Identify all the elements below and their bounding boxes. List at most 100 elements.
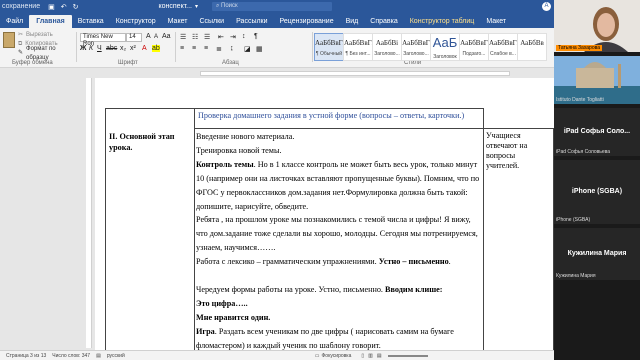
focus-mode-button[interactable]: Фокусировка — [322, 353, 352, 359]
strikethrough-button[interactable]: abc — [106, 45, 117, 52]
text-line: Работа с лексико – грамматическим упражн… — [196, 257, 451, 267]
document-page[interactable]: Проверка домашнего задания в устной форм… — [95, 78, 554, 350]
style-name: ¶ Обычный — [315, 51, 343, 57]
style-sample: АаБ — [432, 35, 458, 50]
multilevel-list-icon[interactable]: ☰ — [204, 33, 210, 41]
shading-icon[interactable]: ◪ — [244, 45, 251, 53]
tab-10[interactable]: Конструктор таблиц — [404, 18, 481, 28]
participant-tile[interactable]: Татьяна Захарова — [554, 0, 640, 52]
text-line: 10 (например они на листочках вставляют … — [196, 173, 480, 183]
tab-3[interactable]: Конструктор — [110, 18, 162, 28]
participant-name: iPad Софья Соловьева — [556, 149, 611, 155]
tab-9[interactable]: Справка — [364, 18, 403, 28]
text-line: Чередуем формы работы на уроке. Устно, п… — [196, 284, 443, 294]
change-case-button[interactable]: Aa — [162, 33, 171, 40]
font-name-select[interactable]: Times New Ron — [80, 33, 126, 47]
align-left-icon[interactable]: ≡ — [180, 45, 184, 52]
page-count[interactable]: Страница 3 из 13 — [6, 353, 46, 359]
italic-button[interactable]: К — [89, 45, 93, 52]
tab-1[interactable]: Главная — [29, 15, 72, 28]
subscript-button[interactable]: x₂ — [120, 45, 126, 52]
align-center-icon[interactable]: ≡ — [192, 45, 196, 52]
divider — [175, 32, 176, 62]
tab-8[interactable]: Вид — [340, 18, 365, 28]
style-sample: АаБбВі — [375, 39, 399, 47]
undo-icon[interactable]: ↶ — [61, 3, 67, 11]
save-icon[interactable]: ▣ — [48, 3, 55, 11]
language-indicator[interactable]: русский — [107, 353, 125, 359]
text-line: что дом.задание тоже сделали вы хорошо, … — [196, 229, 478, 239]
redo-icon[interactable]: ↻ — [73, 3, 79, 11]
bold-text: Вводим клише: — [385, 284, 443, 294]
style-gallery-item[interactable]: АаБбВвГ Подзаго... — [459, 33, 489, 61]
format-painter-button[interactable]: ✎ Формат по образцу — [18, 46, 72, 61]
search-input[interactable]: ⌕ Поиск — [212, 2, 332, 11]
participant-name: Татьяна Захарова — [556, 45, 603, 51]
proofing-icon[interactable]: ▤ — [96, 353, 101, 359]
cut-label: Вырезать — [26, 32, 53, 38]
font-color-button[interactable]: A — [142, 45, 147, 52]
copy-icon: ⧉ — [18, 41, 23, 47]
tab-6[interactable]: Рассылки — [230, 18, 273, 28]
paste-icon[interactable] — [3, 32, 15, 48]
bullets-icon[interactable]: ☰ — [180, 33, 186, 41]
tab-2[interactable]: Вставка — [72, 18, 110, 28]
search-placeholder: Поиск — [221, 3, 238, 9]
homework-check-text: Проверка домашнего задания в устной форм… — [198, 111, 465, 120]
participant-tile[interactable]: iPad Софья Соло... iPad Софья Соловьева — [554, 108, 640, 156]
align-right-icon[interactable]: ≡ — [204, 45, 208, 52]
text-line: Контроль темы. Но в 1 классе контроль не… — [196, 159, 478, 169]
show-marks-icon[interactable]: ¶ — [254, 33, 258, 40]
styles-group: Стили АаБбВвГг,¶ ОбычныйАаБбВвГг,¶ Без и… — [314, 30, 554, 66]
style-sample: АаБбВвГ — [460, 39, 488, 47]
style-gallery-item[interactable]: АаБбВвГ Заголово... — [401, 33, 431, 61]
vertical-ruler[interactable] — [86, 78, 92, 348]
tab-0[interactable]: Файл — [0, 18, 29, 28]
tab-7[interactable]: Рецензирование — [274, 18, 340, 28]
zoom-slider[interactable] — [387, 354, 428, 357]
increase-indent-icon[interactable]: ⇥ — [230, 33, 236, 41]
word-count[interactable]: Число слов: 347 — [52, 353, 90, 359]
word-window: сохранение ▣ ↶ ↻ конспект... ▾ ⌕ Поиск А… — [0, 0, 554, 360]
web-layout-icon[interactable]: ▤ — [377, 353, 382, 359]
style-gallery-item[interactable]: АаБ Заголовок — [430, 33, 460, 61]
table-border — [105, 108, 195, 109]
line-spacing-icon[interactable]: ↨ — [230, 45, 234, 52]
tab-5[interactable]: Ссылки — [193, 18, 230, 28]
autosave-label[interactable]: сохранение — [2, 3, 40, 10]
tab-4[interactable]: Макет — [162, 18, 194, 28]
style-gallery-item[interactable]: АаБбВі Заголово... — [372, 33, 402, 61]
participant-tile[interactable]: Istituto Dante Togliatti — [554, 56, 640, 104]
underline-button[interactable]: Ч — [97, 45, 102, 52]
style-gallery-item[interactable]: АаБбВвГг, ¶ Обычный — [314, 33, 344, 61]
highlight-button[interactable]: ab — [152, 45, 160, 52]
grow-font-button[interactable]: A — [146, 33, 151, 40]
avatar[interactable]: А — [542, 2, 551, 11]
style-name: Заголово... — [374, 51, 400, 57]
style-gallery-item[interactable]: АаБбВв — [517, 33, 547, 61]
tab-11[interactable]: Макет — [480, 18, 512, 28]
numbering-icon[interactable]: ☷ — [192, 33, 198, 41]
participant-tile[interactable]: iPhone (SGBA) iPhone (SGBA) — [554, 160, 640, 224]
style-gallery-item[interactable]: АаБбВвГг Слабое в... — [488, 33, 518, 61]
participant-center-name: Кужилина Мария — [567, 250, 627, 257]
bold-button[interactable]: Ж — [80, 45, 86, 52]
cut-button[interactable]: ✂ Вырезать — [18, 31, 72, 40]
paragraph-group-label: Абзац — [222, 60, 239, 66]
justify-icon[interactable]: ≣ — [216, 45, 222, 53]
participant-center-name: iPhone (SGBA) — [571, 188, 623, 195]
font-size-select[interactable]: 14 — [126, 33, 142, 42]
chevron-down-icon[interactable]: ▾ — [195, 3, 198, 10]
print-layout-icon[interactable]: ▥ — [368, 353, 373, 359]
style-gallery-item[interactable]: АаБбВвГг, ¶ Без инт... — [343, 33, 373, 61]
superscript-button[interactable]: x² — [130, 45, 136, 52]
sort-icon[interactable]: ↕ — [242, 33, 246, 40]
horizontal-ruler[interactable] — [0, 69, 554, 77]
shrink-font-button[interactable]: A — [154, 34, 158, 40]
borders-icon[interactable]: ▦ — [256, 45, 263, 53]
focus-icon[interactable]: ▭ — [315, 353, 320, 359]
participant-tile[interactable]: Кужилина Мария Кужилина Мария — [554, 228, 640, 280]
decrease-indent-icon[interactable]: ⇤ — [218, 33, 224, 41]
scissors-icon: ✂ — [18, 32, 24, 38]
read-mode-icon[interactable]: ▯ — [361, 353, 364, 359]
